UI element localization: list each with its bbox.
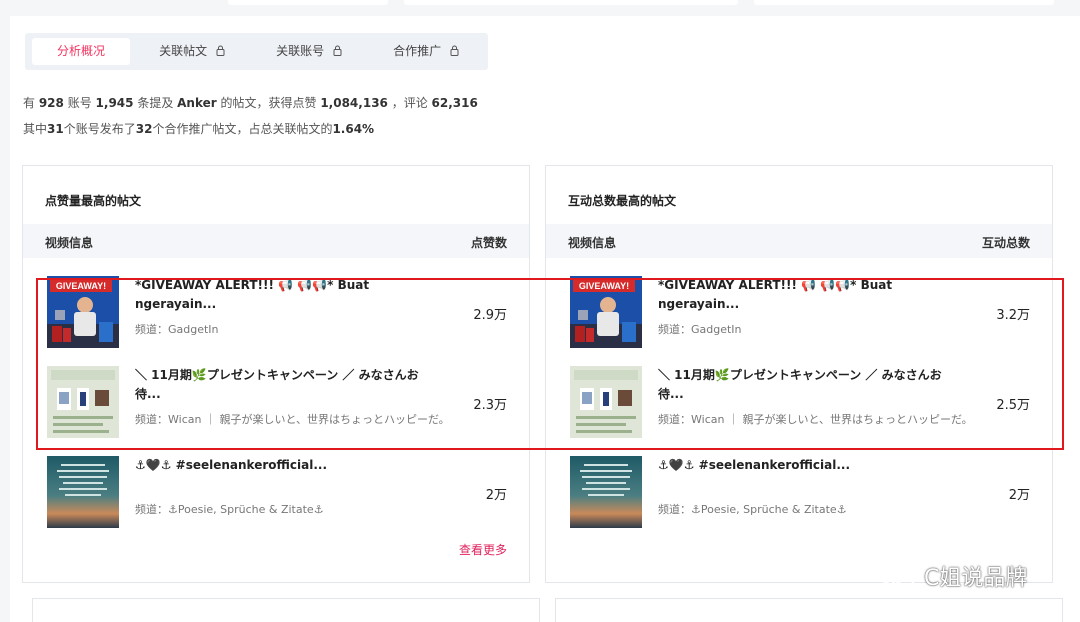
post-row[interactable]: GIVEAWAY! *GIVEAWAY ALERT!!! 📢 📢📢* Buat … (23, 269, 529, 348)
tab-label: 合作推广 (393, 44, 442, 58)
campaign-thumbnail (570, 366, 642, 438)
top-strip-segment (228, 0, 388, 5)
next-panel-right (555, 598, 1063, 622)
post-channel: 频道：⚓Poesie, Sprüche & Zitate⚓ (658, 503, 847, 516)
lock-icon (333, 45, 342, 56)
watermark: C姐说品牌 (877, 560, 1027, 592)
top-interaction-posts-panel: 互动总数最高的帖文 视频信息 互动总数 GIVEAWAY! *GIVEAWAY … (545, 165, 1053, 583)
summary-text: 的帖文，获得点赞 (216, 96, 321, 110)
giveaway-thumbnail: GIVEAWAY! (47, 276, 119, 348)
interaction-value: 3.2万 (996, 308, 1030, 323)
summary-text: 个账号发布了 (63, 122, 136, 136)
post-row[interactable]: GIVEAWAY! *GIVEAWAY ALERT!!! 📢 📢📢* Buat … (546, 269, 1052, 348)
like-value: 2万 (485, 488, 507, 503)
post-title[interactable]: ＼ 11月期🌿プレゼントキャンペーン ／ みなさんお待... (135, 366, 435, 404)
promo-post-count: 32 (135, 122, 153, 136)
svg-text:GIVEAWAY!: GIVEAWAY! (579, 281, 629, 291)
brand-name: Anker (177, 96, 217, 110)
panel-title: 互动总数最高的帖文 (568, 194, 677, 208)
summary-text: ，评论 (387, 96, 432, 110)
interaction-value: 2万 (1008, 488, 1030, 503)
post-title[interactable]: ⚓🖤⚓ #seelenankerofficial... (658, 456, 958, 475)
summary-text: 账号 (63, 96, 96, 110)
post-count: 1,945 (95, 96, 134, 110)
tab-bar: 分析概况 关联帖文 关联账号 合作推广 (25, 33, 488, 70)
top-strip (0, 0, 1080, 16)
top-strip-segment (754, 0, 1054, 5)
watermark-text: C姐说品牌 (924, 566, 1028, 591)
table-header: 视频信息 点赞数 (23, 224, 529, 258)
promo-percent: 1.64% (332, 122, 375, 136)
post-row[interactable]: ＼ 11月期🌿プレゼントキャンペーン ／ みなさんお待... 频道：Wican … (23, 359, 529, 438)
post-title[interactable]: *GIVEAWAY ALERT!!! 📢 📢📢* Buat ngerayain.… (658, 276, 958, 314)
top-liked-posts-panel: 点赞量最高的帖文 视频信息 点赞数 GIVEAWAY! *GIVEAWAY AL… (22, 165, 530, 583)
post-title[interactable]: ＼ 11月期🌿プレゼントキャンペーン ／ みなさんお待... (658, 366, 958, 404)
account-count: 928 (38, 96, 64, 110)
top-strip-segment (404, 0, 738, 5)
tab-cooperation[interactable]: 合作推广 (376, 38, 476, 65)
chat-bubble-icon (879, 565, 915, 588)
lock-icon (450, 45, 459, 56)
summary-text: 个合作推广帖文，占总关联帖文的 (152, 122, 333, 136)
like-count: 1,084,136 (320, 96, 388, 110)
svg-text:GIVEAWAY!: GIVEAWAY! (56, 281, 106, 291)
lock-icon (216, 45, 225, 56)
post-channel: 频道：GadgetIn (658, 323, 742, 336)
summary-line-2: 其中31个账号发布了32个合作推广帖文，占总关联帖文的1.64% (23, 122, 374, 136)
summary-text: 有 (23, 96, 39, 110)
campaign-thumbnail (47, 366, 119, 438)
tab-label: 关联账号 (276, 44, 325, 58)
column-header-video-info: 视频信息 (45, 236, 94, 250)
post-channel: 频道：Wican ｜ 親子が楽しいと、世界はちょっとハッピーだ。 (135, 413, 450, 426)
giveaway-thumbnail: GIVEAWAY! (570, 276, 642, 348)
summary-text: 条提及 (133, 96, 178, 110)
post-channel: 频道：⚓Poesie, Sprüche & Zitate⚓ (135, 503, 324, 516)
table-header: 视频信息 互动总数 (546, 224, 1052, 258)
quote-thumbnail (47, 456, 119, 528)
interaction-value: 2.5万 (996, 398, 1030, 413)
column-header-interactions: 互动总数 (981, 236, 1030, 250)
promo-account-count: 31 (47, 122, 64, 136)
panel-title: 点赞量最高的帖文 (45, 194, 142, 208)
post-title[interactable]: ⚓🖤⚓ #seelenankerofficial... (135, 456, 435, 475)
post-row[interactable]: ⚓🖤⚓ #seelenankerofficial... 频道：⚓Poesie, … (23, 449, 529, 528)
quote-thumbnail (570, 456, 642, 528)
next-panel-left (32, 598, 540, 622)
post-channel: 频道：GadgetIn (135, 323, 219, 336)
post-row[interactable]: ⚓🖤⚓ #seelenankerofficial... 频道：⚓Poesie, … (546, 449, 1052, 528)
view-more-link[interactable]: 查看更多 (459, 541, 507, 558)
column-header-likes: 点赞数 (470, 236, 507, 250)
like-value: 2.9万 (473, 308, 507, 323)
post-channel: 频道：Wican ｜ 親子が楽しいと、世界はちょっとハッピーだ。 (658, 413, 973, 426)
summary-line-1: 有 928 账号 1,945 条提及 Anker 的帖文，获得点赞 1,084,… (23, 96, 478, 110)
summary-text: 其中 (23, 122, 48, 136)
column-header-video-info: 视频信息 (568, 236, 617, 250)
tab-related-posts[interactable]: 关联帖文 (142, 38, 242, 65)
tab-overview[interactable]: 分析概况 (32, 38, 130, 65)
tab-related-accounts[interactable]: 关联账号 (259, 38, 359, 65)
like-value: 2.3万 (473, 398, 507, 413)
post-row[interactable]: ＼ 11月期🌿プレゼントキャンペーン ／ みなさんお待... 频道：Wican … (546, 359, 1052, 438)
tab-label: 分析概况 (56, 44, 105, 58)
tab-label: 关联帖文 (159, 44, 208, 58)
comment-count: 62,316 (431, 96, 478, 110)
post-title[interactable]: *GIVEAWAY ALERT!!! 📢 📢📢* Buat ngerayain.… (135, 276, 435, 314)
